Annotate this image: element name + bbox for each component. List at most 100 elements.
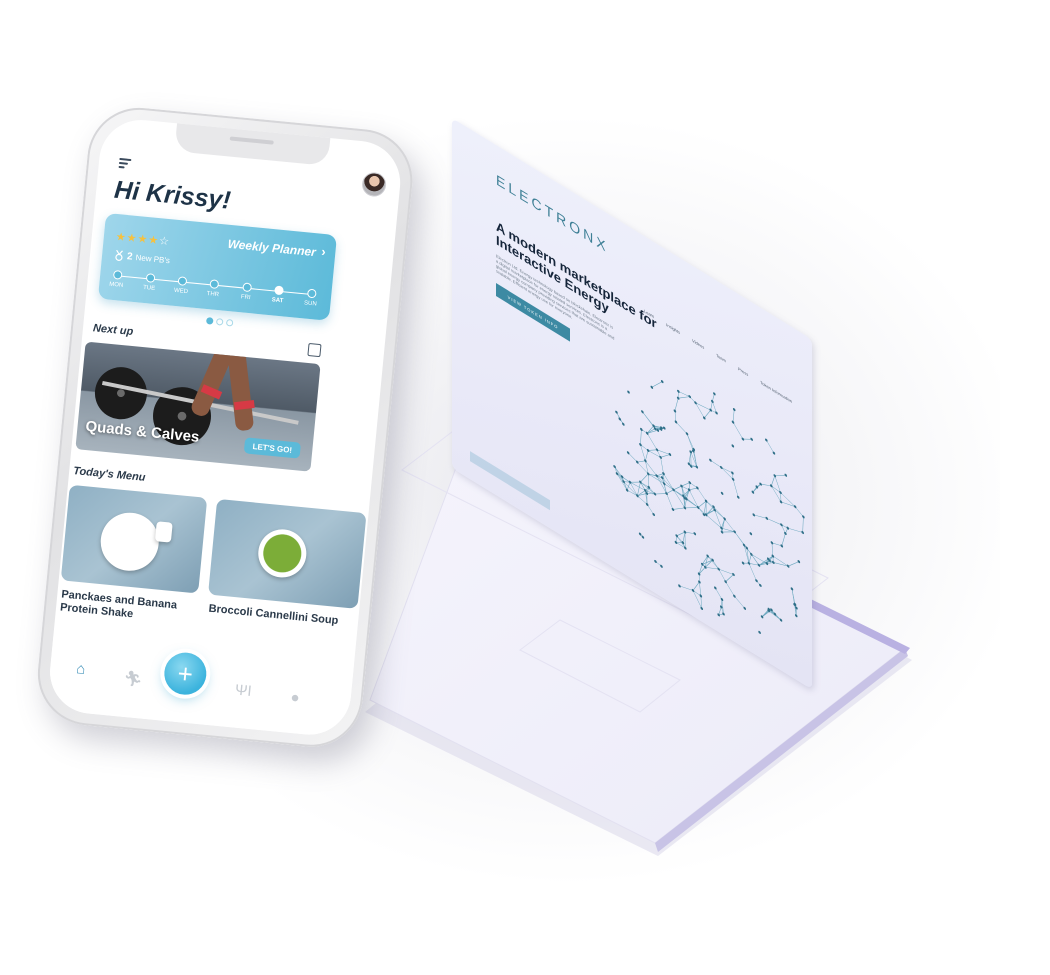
nav-link-token-info[interactable]: Token Information <box>760 380 792 405</box>
network-link <box>642 411 654 426</box>
nav-link-press[interactable]: Press <box>738 366 748 377</box>
network-node <box>717 567 721 571</box>
network-node <box>773 474 777 478</box>
carousel-pager <box>205 317 234 327</box>
network-node <box>713 392 716 396</box>
network-node <box>695 465 699 469</box>
network-link <box>660 454 671 458</box>
network-link <box>780 492 796 507</box>
network-node <box>733 594 736 598</box>
network-node <box>650 385 654 389</box>
network-node <box>613 465 616 469</box>
network-link <box>791 588 796 605</box>
network-node <box>711 558 714 562</box>
network-node <box>655 448 659 452</box>
day-sun[interactable]: SUN <box>295 288 327 309</box>
network-link <box>629 481 641 483</box>
network-node <box>665 491 668 496</box>
run-icon[interactable]: 🏃︎ <box>123 669 144 689</box>
day-mon[interactable]: MON <box>101 269 133 290</box>
network-node <box>759 583 762 587</box>
network-node <box>736 495 740 499</box>
nav-link-insights[interactable]: Insights <box>666 322 680 335</box>
cutlery-icon[interactable]: ΨΙ <box>234 682 252 701</box>
network-link <box>802 516 804 533</box>
network-link <box>684 507 699 509</box>
laptop-screen: ELECTRONX Learn Insights Videos Team Pre… <box>452 118 922 690</box>
nav-link-team[interactable]: Team <box>716 352 726 363</box>
network-node <box>696 486 699 490</box>
network-link <box>761 609 770 618</box>
soup-bowl-illustration <box>256 527 309 580</box>
network-node <box>714 586 717 590</box>
network-link <box>654 493 667 495</box>
network-node <box>660 476 664 480</box>
chat-icon[interactable]: ● <box>290 689 301 707</box>
network-link <box>751 554 760 566</box>
network-link <box>771 542 782 547</box>
network-node <box>715 411 718 415</box>
network-node <box>724 580 727 584</box>
network-link <box>614 466 624 482</box>
network-node <box>790 587 794 591</box>
network-node <box>723 517 726 521</box>
network-node <box>655 474 659 478</box>
network-link <box>748 563 760 566</box>
network-node <box>652 512 655 516</box>
hamburger-menu-icon[interactable] <box>118 157 134 169</box>
workout-card[interactable]: Quads & Calves LET'S GO! <box>75 341 321 472</box>
network-node <box>615 410 618 414</box>
shake-glass-illustration <box>154 521 173 543</box>
network-node <box>646 448 650 452</box>
network-link <box>732 422 744 440</box>
calendar-icon[interactable] <box>307 342 322 358</box>
network-link <box>758 560 770 566</box>
network-link <box>787 527 803 533</box>
network-node <box>622 422 625 426</box>
network-link <box>646 433 658 450</box>
network-node <box>693 532 697 536</box>
network-link <box>672 507 686 510</box>
network-link <box>715 587 723 600</box>
day-wed[interactable]: WED <box>166 275 198 296</box>
athlete-leg-illustration <box>227 349 255 432</box>
network-link <box>721 531 735 533</box>
network-node <box>639 480 642 484</box>
network-node <box>671 507 675 511</box>
network-node <box>765 516 769 520</box>
network-node <box>766 557 770 561</box>
lets-go-button[interactable]: LET'S GO! <box>243 437 302 459</box>
nav-link-videos[interactable]: Videos <box>692 338 704 350</box>
network-node <box>770 484 773 488</box>
day-fri[interactable]: FRI <box>230 281 262 302</box>
network-link <box>771 542 774 557</box>
pb-label: New PB's <box>135 252 171 266</box>
network-node <box>638 532 642 536</box>
weekly-planner-card[interactable]: ★★★★☆ Weekly Planner › 2 New PB's MON TU… <box>97 212 338 321</box>
network-link <box>640 429 642 445</box>
phone: Hi Krissy! ★★★★☆ Weekly Planner › 2 New … <box>33 103 431 755</box>
avatar[interactable] <box>360 171 388 198</box>
home-icon[interactable]: ⌂ <box>75 660 86 678</box>
personal-bests: 2 New PB's <box>114 249 171 266</box>
menu-card-pancakes[interactable] <box>60 484 208 594</box>
day-sat[interactable]: SAT <box>262 284 294 305</box>
network-link <box>660 457 664 474</box>
network-link <box>640 444 646 461</box>
day-tue[interactable]: TUE <box>134 272 166 293</box>
day-thr[interactable]: THR <box>198 278 230 299</box>
network-node <box>797 560 801 564</box>
network-link <box>666 493 674 510</box>
greeting-title: Hi Krissy! <box>113 175 232 215</box>
network-node <box>660 380 664 384</box>
weekly-planner-title: Weekly Planner <box>227 236 317 260</box>
network-node <box>713 508 717 512</box>
network-node <box>786 564 790 568</box>
website-hero: ELECTRONX Learn Insights Videos Team Pre… <box>452 118 812 690</box>
menu-card-soup[interactable] <box>208 498 367 609</box>
network-link <box>710 459 722 468</box>
network-link <box>773 562 789 567</box>
network-link <box>686 433 695 450</box>
progress-strip <box>470 451 550 511</box>
chevron-right-icon[interactable]: › <box>321 244 327 259</box>
